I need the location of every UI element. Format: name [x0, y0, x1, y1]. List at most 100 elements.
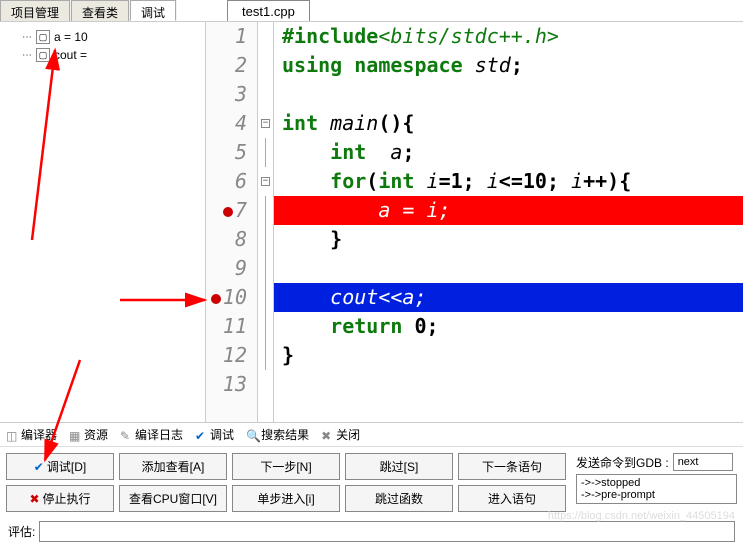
- code-body[interactable]: #include<bits/stdc++.h>using namespace s…: [274, 22, 743, 422]
- line-number: 6: [206, 167, 247, 196]
- code-line-12[interactable]: }: [274, 341, 743, 370]
- fold-cell: [258, 80, 273, 109]
- debug-btn-1[interactable]: 添加查看[A]: [119, 453, 227, 480]
- fold-cell: [258, 254, 273, 283]
- debug-icon: ✔: [195, 429, 207, 441]
- code-line-6[interactable]: for(int i=1; i<=10; i++){: [274, 167, 743, 196]
- line-number: 13: [206, 370, 247, 399]
- gdb-command-input[interactable]: [673, 453, 733, 471]
- watch-item-0[interactable]: ⋯▢a = 10: [4, 28, 201, 46]
- debug-btn-6[interactable]: 查看CPU窗口[V]: [119, 485, 227, 512]
- debug-btn-3[interactable]: 跳过[S]: [345, 453, 453, 480]
- search-icon: 🔍: [246, 429, 258, 441]
- bottom-tab-label: 编译器: [21, 426, 57, 443]
- watch-icon: ▢: [36, 30, 50, 44]
- tree-dot-icon: ⋯: [22, 32, 32, 43]
- bottom-tab-search[interactable]: 🔍搜索结果: [246, 426, 309, 443]
- bottom-tab-compiler[interactable]: ◫编译器: [6, 426, 57, 443]
- fold-cell[interactable]: −: [258, 167, 273, 196]
- code-line-3[interactable]: [274, 80, 743, 109]
- line-number: 5: [206, 138, 247, 167]
- breakpoint-icon[interactable]: [223, 207, 233, 217]
- btn-label: 调试[D]: [47, 458, 86, 475]
- code-line-2[interactable]: using namespace std;: [274, 51, 743, 80]
- debug-btn-7[interactable]: 单步进入[i]: [232, 485, 340, 512]
- breakpoint-icon[interactable]: [211, 294, 221, 304]
- compiler-icon: ◫: [6, 429, 18, 441]
- fold-cell: [258, 283, 273, 312]
- code-line-8[interactable]: }: [274, 225, 743, 254]
- btn-label: 添加查看[A]: [142, 458, 205, 475]
- debug-btn-9[interactable]: 进入语句: [458, 485, 566, 512]
- close-icon: ✖: [321, 429, 333, 441]
- bottom-tab-label: 编译日志: [135, 426, 183, 443]
- top-bar: 项目管理查看类调试 test1.cpp: [0, 0, 743, 22]
- line-number: 9: [206, 254, 247, 283]
- debug-btn-0[interactable]: ✔调试[D]: [6, 453, 114, 480]
- bottom-tab-label: 资源: [84, 426, 108, 443]
- line-number: 4: [206, 109, 247, 138]
- code-line-10[interactable]: cout<<a;: [274, 283, 743, 312]
- code-line-5[interactable]: int a;: [274, 138, 743, 167]
- btn-label: 下一条语句: [482, 458, 542, 475]
- gdb-panel: 发送命令到GDB : ->->stopped->->pre-prompt: [576, 453, 737, 512]
- fold-cell: [258, 225, 273, 254]
- bottom-tabs: ◫编译器 ▦资源 ✎编译日志 ✔调试 🔍搜索结果 ✖关闭: [0, 422, 743, 446]
- resource-icon: ▦: [69, 429, 81, 441]
- left-tabs: 项目管理查看类调试: [0, 0, 177, 21]
- btn-label: 停止执行: [43, 490, 91, 507]
- left-tab-1[interactable]: 查看类: [71, 0, 129, 21]
- gdb-log-line: ->->pre-prompt: [581, 489, 732, 501]
- code-line-13[interactable]: [274, 370, 743, 399]
- line-gutter: 12345678910111213: [206, 22, 258, 422]
- eval-row: 评估:: [0, 518, 743, 545]
- button-grid: ✔调试[D] 添加查看[A] 下一步[N] 跳过[S] 下一条语句 ✖ 停止执行 查看CPU窗…: [6, 453, 566, 512]
- bottom-tab-label: 搜索结果: [261, 426, 309, 443]
- bottom-tab-log[interactable]: ✎编译日志: [120, 426, 183, 443]
- btn-label: 跳过[S]: [380, 458, 419, 475]
- line-number: 8: [206, 225, 247, 254]
- bottom-tab-debug[interactable]: ✔调试: [195, 426, 234, 443]
- left-tab-0[interactable]: 项目管理: [0, 0, 70, 21]
- debug-btn-2[interactable]: 下一步[N]: [232, 453, 340, 480]
- btn-label: 查看CPU窗口[V]: [129, 490, 217, 507]
- bottom-tab-label: 关闭: [336, 426, 360, 443]
- bottom-tab-close[interactable]: ✖关闭: [321, 426, 360, 443]
- code-line-9[interactable]: [274, 254, 743, 283]
- file-tab[interactable]: test1.cpp: [227, 0, 310, 21]
- btn-label: 进入语句: [488, 490, 536, 507]
- fold-cell[interactable]: −: [258, 109, 273, 138]
- debug-btn-5[interactable]: ✖ 停止执行: [6, 485, 114, 512]
- gdb-send-label: 发送命令到GDB :: [576, 454, 669, 471]
- debug-btn-8[interactable]: 跳过函数: [345, 485, 453, 512]
- left-tab-2[interactable]: 调试: [130, 0, 176, 21]
- fold-cell: [258, 51, 273, 80]
- eval-input[interactable]: [39, 521, 735, 542]
- bottom-tab-resource[interactable]: ▦资源: [69, 426, 108, 443]
- watch-text: cout =: [54, 48, 87, 62]
- btn-label: 下一步[N]: [260, 458, 311, 475]
- gdb-log: ->->stopped->->pre-prompt: [576, 474, 737, 504]
- log-icon: ✎: [120, 429, 132, 441]
- line-number: 1: [206, 22, 247, 51]
- watch-item-1[interactable]: ⋯▢cout =: [4, 46, 201, 64]
- stop-icon: ✖: [29, 492, 39, 506]
- debug-btn-4[interactable]: 下一条语句: [458, 453, 566, 480]
- code-line-4[interactable]: int main(){: [274, 109, 743, 138]
- line-number: 11: [206, 312, 247, 341]
- fold-cell: [258, 341, 273, 370]
- fold-cell: [258, 196, 273, 225]
- code-line-1[interactable]: #include<bits/stdc++.h>: [274, 22, 743, 51]
- file-tabs: test1.cpp: [227, 0, 310, 21]
- watch-panel: ⋯▢a = 10⋯▢cout =: [0, 22, 206, 422]
- code-editor[interactable]: 12345678910111213 −− #include<bits/stdc+…: [206, 22, 743, 422]
- fold-cell: [258, 138, 273, 167]
- fold-cell: [258, 370, 273, 399]
- code-line-7[interactable]: a = i;: [274, 196, 743, 225]
- line-number: 2: [206, 51, 247, 80]
- fold-column: −−: [258, 22, 274, 422]
- debug-toolbar: ✔调试[D] 添加查看[A] 下一步[N] 跳过[S] 下一条语句 ✖ 停止执行 查看CPU窗…: [0, 446, 743, 518]
- code-line-11[interactable]: return 0;: [274, 312, 743, 341]
- tree-dot-icon: ⋯: [22, 50, 32, 61]
- main-area: ⋯▢a = 10⋯▢cout = 12345678910111213 −− #i…: [0, 22, 743, 422]
